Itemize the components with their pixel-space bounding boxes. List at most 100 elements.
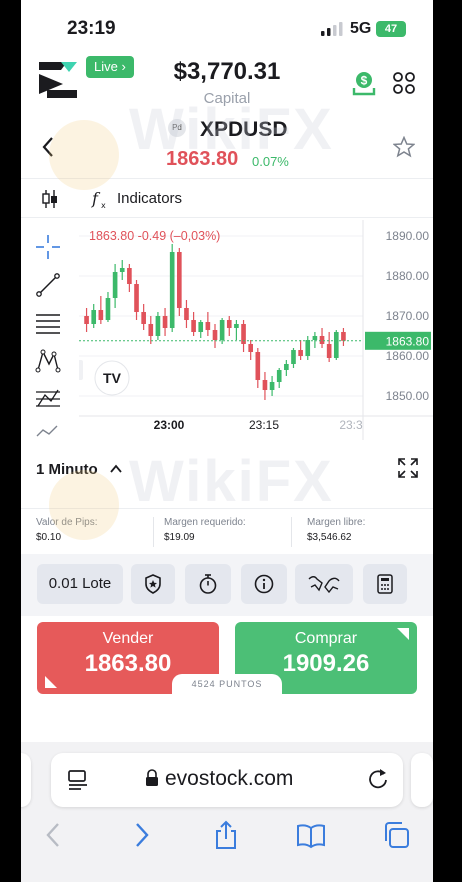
x-tick-label: 23:15	[249, 418, 279, 432]
collapse-handle	[79, 360, 83, 380]
candle-body	[333, 332, 339, 358]
candle-body	[205, 322, 211, 330]
candle-body	[341, 332, 346, 341]
info-icon	[254, 574, 274, 594]
next-tab-pill[interactable]	[411, 753, 433, 807]
fibonacci-icon[interactable]	[35, 310, 61, 336]
bull-bear-icon	[308, 576, 340, 594]
status-time: 23:19	[67, 18, 116, 39]
bull-bear-button[interactable]	[295, 564, 353, 604]
reload-icon[interactable]	[367, 768, 389, 790]
y-tick-label: 1890.00	[386, 229, 430, 243]
candle-body	[219, 320, 225, 340]
browser-toolbar: evostock.com	[21, 742, 433, 882]
battery-icon: 47	[376, 21, 406, 37]
last-price-label: 1863.80	[386, 334, 430, 348]
candle-body	[105, 298, 111, 320]
back-nav-icon[interactable]	[39, 820, 69, 850]
reader-icon[interactable]	[67, 769, 89, 791]
lot-size-button[interactable]: 0.01 Lote	[37, 564, 123, 604]
grid-icon[interactable]	[393, 72, 415, 94]
divider	[291, 517, 292, 547]
back-icon[interactable]	[41, 136, 55, 158]
crosshair-icon[interactable]	[35, 234, 61, 260]
stopwatch-icon	[199, 574, 217, 594]
candle-body	[98, 310, 104, 320]
instrument-change: 0.07%	[252, 154, 289, 169]
price-chart[interactable]: 1890.00 1880.00 1870.00 1860.00 1850.00 1863.…	[21, 220, 433, 440]
candle-body	[184, 308, 189, 320]
url-text: evostock.com	[165, 767, 294, 790]
candle-type-icon[interactable]	[41, 189, 59, 209]
lock-icon	[146, 769, 158, 786]
fx-icon[interactable]: f x	[91, 188, 109, 210]
lot-size-label: 0.01 Lote	[48, 575, 112, 592]
bookmarks-icon[interactable]	[296, 820, 326, 850]
candle-body	[212, 330, 218, 340]
app-screen: 23:19 5G 47 Live › $3,770.31 Capital $ P…	[21, 0, 433, 882]
shield-icon	[145, 574, 161, 594]
candle-body	[248, 344, 253, 352]
chevron-up-icon[interactable]	[109, 462, 123, 476]
divider	[153, 517, 154, 547]
timeframe-selector[interactable]: 1 Minuto	[36, 461, 98, 478]
share-icon[interactable]	[211, 820, 241, 850]
candle-body	[298, 350, 303, 356]
tradingview-logo-mark: TV	[103, 370, 122, 386]
candle-body	[326, 344, 332, 358]
pip-value: Valor de Pips: $0.10	[36, 517, 98, 543]
margin-metrics: Valor de Pips: $0.10 Margen requerido: $…	[21, 508, 433, 554]
order-options-bar: 0.01 Lote	[21, 554, 433, 616]
trendline-icon[interactable]	[35, 272, 61, 298]
candle-body	[127, 268, 132, 284]
address-bar[interactable]: evostock.com	[51, 753, 403, 807]
info-button[interactable]	[241, 564, 287, 604]
signal-icon	[321, 22, 343, 36]
fullscreen-icon[interactable]	[398, 458, 418, 478]
svg-text:$: $	[361, 74, 368, 88]
calculator-button[interactable]	[363, 564, 407, 604]
candle-body	[305, 340, 311, 356]
svg-text:f: f	[91, 189, 101, 208]
required-margin: Margen requerido: $19.09	[164, 517, 246, 543]
candle-body	[148, 324, 154, 336]
chart-toolbar: f x Indicators	[21, 178, 433, 218]
metric-value: $19.09	[164, 532, 195, 543]
candle-body	[169, 252, 175, 328]
candle-body	[276, 370, 282, 382]
corner-triangle-icon	[397, 628, 409, 640]
pattern-icon[interactable]	[35, 348, 61, 374]
dollar-download-icon[interactable]: $	[352, 70, 376, 96]
candlestick-chart[interactable]: 1890.00 1880.00 1870.00 1860.00 1850.00 1863.…	[79, 220, 433, 440]
network-type: 5G	[350, 20, 372, 37]
candle-body	[198, 322, 204, 332]
candle-body	[191, 320, 196, 332]
pitchfork-icon[interactable]	[35, 386, 61, 412]
timer-button[interactable]	[185, 564, 231, 604]
instrument-price: 1863.80	[166, 148, 239, 170]
forward-nav-icon[interactable]	[126, 820, 156, 850]
tabs-icon[interactable]	[381, 820, 411, 850]
star-icon[interactable]	[393, 136, 415, 158]
chart-legend: 1863.80 -0.49 (–0,03%)	[89, 229, 220, 243]
metric-value: $3,546.62	[307, 532, 352, 543]
free-margin: Margen libre: $3,546.62	[307, 517, 365, 543]
candle-body	[155, 316, 161, 336]
candle-body	[284, 364, 289, 370]
calculator-icon	[377, 574, 393, 594]
previous-tab-pill[interactable]	[21, 753, 31, 807]
more-tools-icon[interactable]	[35, 424, 61, 440]
indicators-button[interactable]: Indicators	[117, 190, 182, 207]
candle-body	[234, 324, 239, 328]
candle-body	[312, 336, 318, 340]
drawing-tools	[21, 220, 77, 440]
candle-body	[262, 380, 268, 390]
candle-body	[112, 272, 118, 298]
candle-body	[134, 284, 139, 312]
y-tick-label: 1870.00	[386, 309, 430, 323]
protection-button[interactable]	[131, 564, 175, 604]
candle-body	[226, 320, 232, 328]
candle-body	[162, 316, 168, 328]
metric-label: Margen libre:	[307, 517, 366, 528]
candle-body	[291, 350, 296, 364]
